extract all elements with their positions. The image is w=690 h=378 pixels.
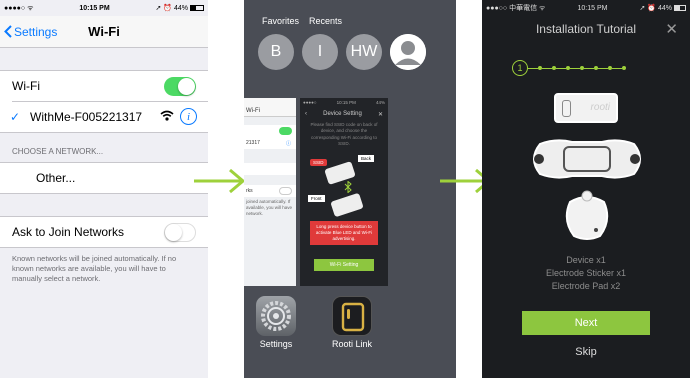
mini-app-instruction: Please find SSID code on back of device,…: [310, 122, 378, 146]
back-tag: Back: [357, 155, 374, 163]
device-icon: [341, 302, 365, 332]
back-button[interactable]: Settings: [4, 25, 57, 39]
device-illustration: SSID Back Front: [300, 153, 388, 221]
electrode-sticker-image: [533, 139, 641, 179]
installation-tutorial-screen: ●●●○○ 中華電信 ᯤ 10:15 PM ➚ ⏰ 44% Installati…: [482, 0, 690, 378]
mini-footer: joined automatically. If available, you …: [246, 199, 293, 216]
electrode-pad-image: [565, 190, 609, 240]
close-icon[interactable]: ✕: [665, 20, 678, 38]
package-contents: Device x1 Electrode Sticker x1 Electrode…: [482, 254, 690, 293]
mini-app-title: Device Setting: [323, 111, 362, 117]
contact-avatar[interactable]: [390, 34, 426, 70]
mini-wifi-setting-button[interactable]: Wi-Fi Setting: [314, 258, 374, 271]
mini-label: rks: [246, 188, 253, 194]
front-tag: Front: [308, 195, 325, 203]
other-network-row[interactable]: Other...: [0, 163, 208, 193]
arrow-right-icon: [194, 168, 246, 194]
ssid-tag: SSID: [310, 159, 327, 167]
ask-to-join-footer: Known networks will be joined automatica…: [12, 254, 177, 283]
mini-close-icon: ✕: [377, 112, 383, 118]
mini-warning: Long press device button to activate Blu…: [310, 221, 378, 245]
contact-avatar[interactable]: B: [258, 34, 294, 70]
carrier-text: ●●●○○ 中華電信 ᯤ: [486, 5, 546, 12]
navigation-bar: Settings Wi-Fi: [0, 16, 208, 48]
contents-item: Electrode Sticker x1: [545, 268, 627, 278]
person-icon: [390, 34, 426, 70]
wifi-toggle[interactable]: [164, 76, 196, 96]
settings-app-icon[interactable]: [256, 296, 296, 336]
battery-icon: [674, 5, 686, 11]
battery-text: ➚ ⏰ 44%: [639, 5, 672, 12]
app-switcher-screen: Favorites Recents B I HW Wi-Fi 21317 ⓘ rk…: [244, 0, 456, 378]
settings-app-card[interactable]: Wi-Fi 21317 ⓘ rks joined automatically. I…: [244, 98, 296, 286]
rooti-link-app-label: Rooti Link: [331, 339, 373, 349]
contacts-tabs: Favorites Recents: [262, 16, 342, 26]
network-name: WithMe-F005221317: [30, 110, 143, 124]
choose-network-header: CHOOSE A NETWORK...: [12, 147, 104, 156]
wifi-row: Wi-Fi: [0, 71, 208, 101]
wifi-settings-screen: ●●●●○ ᯤ 10:15 PM ➚ ⏰ 44% Settings Wi-Fi …: [0, 0, 208, 378]
signal-indicator: ●●●●○: [4, 4, 26, 12]
current-step-indicator: 1: [512, 60, 528, 76]
info-icon[interactable]: i: [180, 108, 197, 125]
back-label: Settings: [14, 24, 58, 39]
contents-item: Electrode Pad x2: [551, 281, 621, 291]
ask-to-join-row: Ask to Join Networks: [0, 217, 208, 247]
favorites-tab[interactable]: Favorites: [262, 16, 299, 26]
connected-network-row[interactable]: ✓ WithMe-F005221317 i: [0, 102, 208, 132]
next-button[interactable]: Next: [522, 311, 650, 335]
battery-icon: [190, 5, 204, 11]
other-label: Other...: [36, 171, 76, 185]
device-image: rooti: [554, 93, 618, 123]
gear-icon: [261, 301, 291, 331]
step-progress: 1: [512, 60, 626, 76]
skip-button[interactable]: Skip: [482, 346, 690, 358]
mini-title: Wi-Fi: [244, 106, 296, 117]
rooti-link-app-icon[interactable]: [332, 296, 372, 336]
mini-network: 21317: [246, 140, 260, 146]
page-title: Installation Tutorial: [535, 22, 637, 36]
mini-app-time: 10:15 PM: [336, 100, 356, 105]
contacts-row: B I HW: [258, 34, 426, 70]
step-dot: [622, 66, 626, 70]
device-text: rooti: [590, 102, 610, 113]
wifi-signal-icon: [160, 110, 174, 124]
contents-item: Device x1: [566, 255, 606, 265]
contact-avatar[interactable]: I: [302, 34, 338, 70]
settings-app-label: Settings: [259, 339, 293, 349]
status-time: 10:15 PM: [79, 4, 110, 12]
chevron-left-icon: [4, 25, 12, 38]
ask-to-join-label: Ask to Join Networks: [12, 225, 125, 239]
rooti-app-card[interactable]: ●●●●○ 10:15 PM 44% ‹ Device Setting ✕ Please…: [300, 98, 388, 286]
status-bar: ●●●●○ ᯤ 10:15 PM ➚ ⏰ 44%: [0, 0, 208, 16]
wifi-status-icon: ᯤ: [27, 4, 34, 12]
status-bar: ●●●○○ 中華電信 ᯤ 10:15 PM ➚ ⏰ 44%: [482, 0, 690, 16]
mini-back-icon: ‹: [305, 111, 307, 117]
wifi-label: Wi-Fi: [12, 79, 40, 93]
ask-to-join-toggle[interactable]: [164, 222, 196, 242]
bluetooth-icon: [344, 181, 352, 194]
contact-avatar[interactable]: HW: [346, 34, 382, 70]
battery-text: ➚ ⏰ 44%: [155, 5, 188, 12]
recents-tab[interactable]: Recents: [309, 16, 342, 26]
checkmark-icon: ✓: [10, 110, 21, 124]
status-time: 10:15 PM: [577, 4, 608, 12]
